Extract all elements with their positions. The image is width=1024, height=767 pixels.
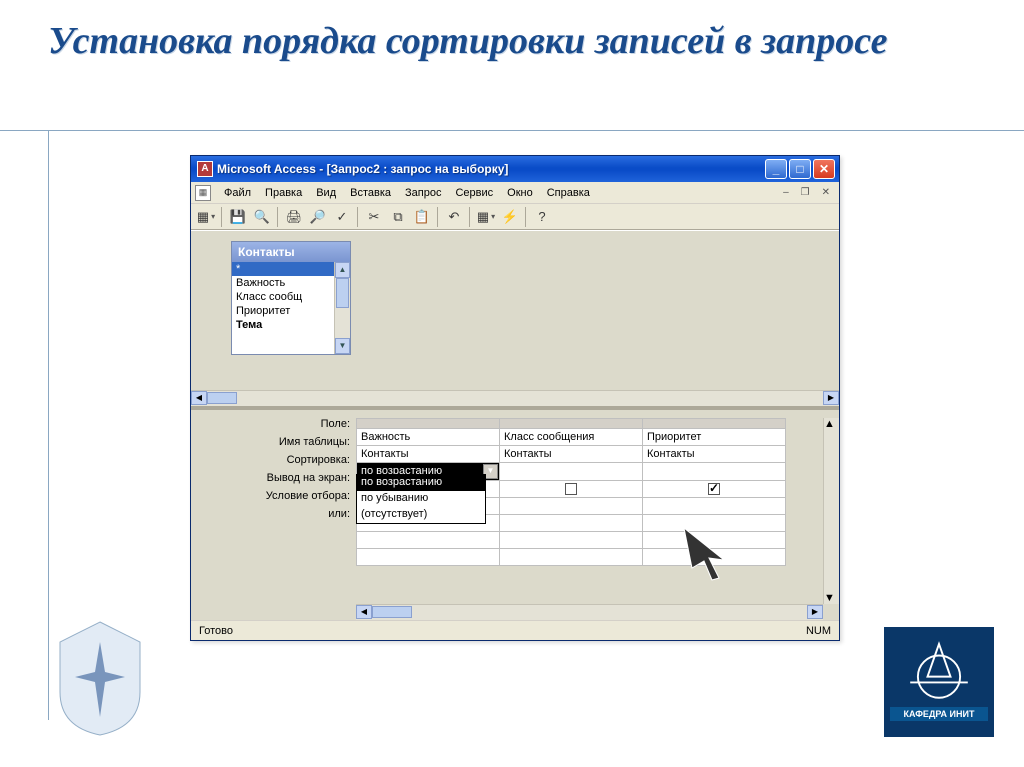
print-button[interactable]: 🖨: [283, 206, 305, 228]
mdi-minimize[interactable]: –: [778, 186, 794, 199]
menu-window[interactable]: Окно: [500, 185, 540, 201]
hscroll-right-icon[interactable]: ▶: [823, 391, 839, 405]
field-asterisk[interactable]: *: [232, 262, 350, 276]
view-dropdown[interactable]: ▦: [195, 206, 217, 228]
hscroll-right-icon[interactable]: ▶: [807, 605, 823, 619]
window-title: Microsoft Access - [Запрос2 : запрос на …: [217, 162, 765, 176]
sort-dropdown-list[interactable]: по возрастанию по убыванию (отсутствует): [356, 474, 486, 524]
cell-table-0[interactable]: Контакты: [357, 446, 500, 463]
lower-vscroll[interactable]: ▲ ▼: [823, 418, 839, 604]
menu-insert[interactable]: Вставка: [343, 185, 398, 201]
cell-criteria-2[interactable]: [643, 498, 786, 515]
undo-button[interactable]: ↶: [443, 206, 465, 228]
run-button[interactable]: ⚡: [499, 206, 521, 228]
logo-left: [50, 617, 150, 737]
sort-option-asc[interactable]: по возрастанию: [357, 475, 485, 491]
access-icon: A: [197, 161, 213, 177]
document-icon: ▦: [195, 185, 211, 201]
tables-pane: Контакты * Важность Класс сообщ Приорите…: [191, 230, 839, 410]
menu-edit[interactable]: Правка: [258, 185, 309, 201]
logo-right-label: КАФЕДРА ИНИТ: [890, 707, 988, 721]
status-text: Готово: [199, 625, 233, 637]
toolbar: ▦ 💾 🔍 🖨 🔎 ✓ ✂ ⧉ 📋 ↶ ▦ ⚡ ?: [191, 204, 839, 230]
mdi-restore[interactable]: ❐: [796, 186, 815, 199]
table-contacts[interactable]: Контакты * Важность Класс сообщ Приорите…: [231, 241, 351, 355]
cell-show-1[interactable]: [500, 481, 643, 498]
upper-hscroll[interactable]: ◀ ▶: [191, 390, 839, 406]
scroll-up-icon[interactable]: ▲: [335, 262, 350, 278]
menubar: ▦ Файл Правка Вид Вставка Запрос Сервис …: [191, 182, 839, 204]
scroll-up-icon[interactable]: ▲: [824, 418, 839, 430]
cell-show-2[interactable]: [643, 481, 786, 498]
table-title: Контакты: [232, 242, 350, 262]
menu-view[interactable]: Вид: [309, 185, 343, 201]
cell-field-0[interactable]: Важность: [357, 429, 500, 446]
cut-button[interactable]: ✂: [363, 206, 385, 228]
cell-field-1[interactable]: Класс сообщения: [500, 429, 643, 446]
fieldlist-scrollbar[interactable]: ▲ ▼: [334, 262, 350, 354]
label-show: Вывод на экран:: [191, 472, 356, 490]
spell-button[interactable]: ✓: [331, 206, 353, 228]
field-importance[interactable]: Важность: [232, 276, 350, 290]
sort-option-desc[interactable]: по убыванию: [357, 491, 485, 507]
preview-button[interactable]: 🔎: [307, 206, 329, 228]
hscroll-thumb[interactable]: [207, 392, 237, 404]
scroll-down-icon[interactable]: ▼: [335, 338, 350, 354]
help-button[interactable]: ?: [531, 206, 553, 228]
mdi-buttons: – ❐ ✕: [778, 186, 835, 199]
checkbox-checked-icon[interactable]: [708, 483, 720, 495]
field-list[interactable]: * Важность Класс сообщ Приоритет Тема ▲ …: [232, 262, 350, 354]
divider-h: [0, 130, 1024, 131]
search-button[interactable]: 🔍: [251, 206, 273, 228]
label-criteria: Условие отбора:: [191, 490, 356, 508]
mdi-close[interactable]: ✕: [817, 186, 835, 199]
label-field: Поле:: [191, 418, 356, 436]
cell-table-2[interactable]: Контакты: [643, 446, 786, 463]
menu-query[interactable]: Запрос: [398, 185, 448, 201]
menu-service[interactable]: Сервис: [448, 185, 500, 201]
sort-option-none[interactable]: (отсутствует): [357, 507, 485, 523]
copy-button[interactable]: ⧉: [387, 206, 409, 228]
paste-button[interactable]: 📋: [411, 206, 433, 228]
design-grid-pane: Поле: Имя таблицы: Сортировка: Вывод на …: [191, 410, 839, 620]
col-selector[interactable]: [500, 419, 643, 429]
logo-right: КАФЕДРА ИНИТ: [884, 627, 994, 737]
scroll-down-icon[interactable]: ▼: [824, 592, 839, 604]
hscroll-left-icon[interactable]: ◀: [191, 391, 207, 405]
lower-hscroll[interactable]: ◀ ▶: [356, 604, 823, 620]
slide-title: Установка порядка сортировки записей в з…: [48, 18, 887, 66]
close-button[interactable]: ✕: [813, 159, 835, 179]
label-table: Имя таблицы:: [191, 436, 356, 454]
field-priority[interactable]: Приоритет: [232, 304, 350, 318]
field-class[interactable]: Класс сообщ: [232, 290, 350, 304]
cell-or-2[interactable]: [643, 515, 786, 532]
col-selector[interactable]: [643, 419, 786, 429]
menu-help[interactable]: Справка: [540, 185, 597, 201]
hscroll-thumb[interactable]: [372, 606, 412, 618]
titlebar: A Microsoft Access - [Запрос2 : запрос н…: [191, 156, 839, 182]
maximize-button[interactable]: □: [789, 159, 811, 179]
status-num: NUM: [806, 625, 831, 637]
statusbar: Готово NUM: [191, 620, 839, 640]
cell-or-1[interactable]: [500, 515, 643, 532]
label-or: или:: [191, 508, 356, 526]
save-button[interactable]: 💾: [227, 206, 249, 228]
cell-table-1[interactable]: Контакты: [500, 446, 643, 463]
label-sort: Сортировка:: [191, 454, 356, 472]
divider-v: [48, 130, 49, 720]
cell-sort-1[interactable]: [500, 463, 643, 481]
minimize-button[interactable]: _: [765, 159, 787, 179]
row-labels: Поле: Имя таблицы: Сортировка: Вывод на …: [191, 410, 356, 620]
cell-criteria-1[interactable]: [500, 498, 643, 515]
menu-file[interactable]: Файл: [217, 185, 258, 201]
cell-sort-2[interactable]: [643, 463, 786, 481]
access-window: A Microsoft Access - [Запрос2 : запрос н…: [190, 155, 840, 641]
checkbox-icon[interactable]: [565, 483, 577, 495]
cell-field-2[interactable]: Приоритет: [643, 429, 786, 446]
field-subject[interactable]: Тема: [232, 318, 350, 332]
col-selector[interactable]: [357, 419, 500, 429]
querytype-button[interactable]: ▦: [475, 206, 497, 228]
hscroll-left-icon[interactable]: ◀: [356, 605, 372, 619]
scroll-thumb[interactable]: [336, 278, 349, 308]
